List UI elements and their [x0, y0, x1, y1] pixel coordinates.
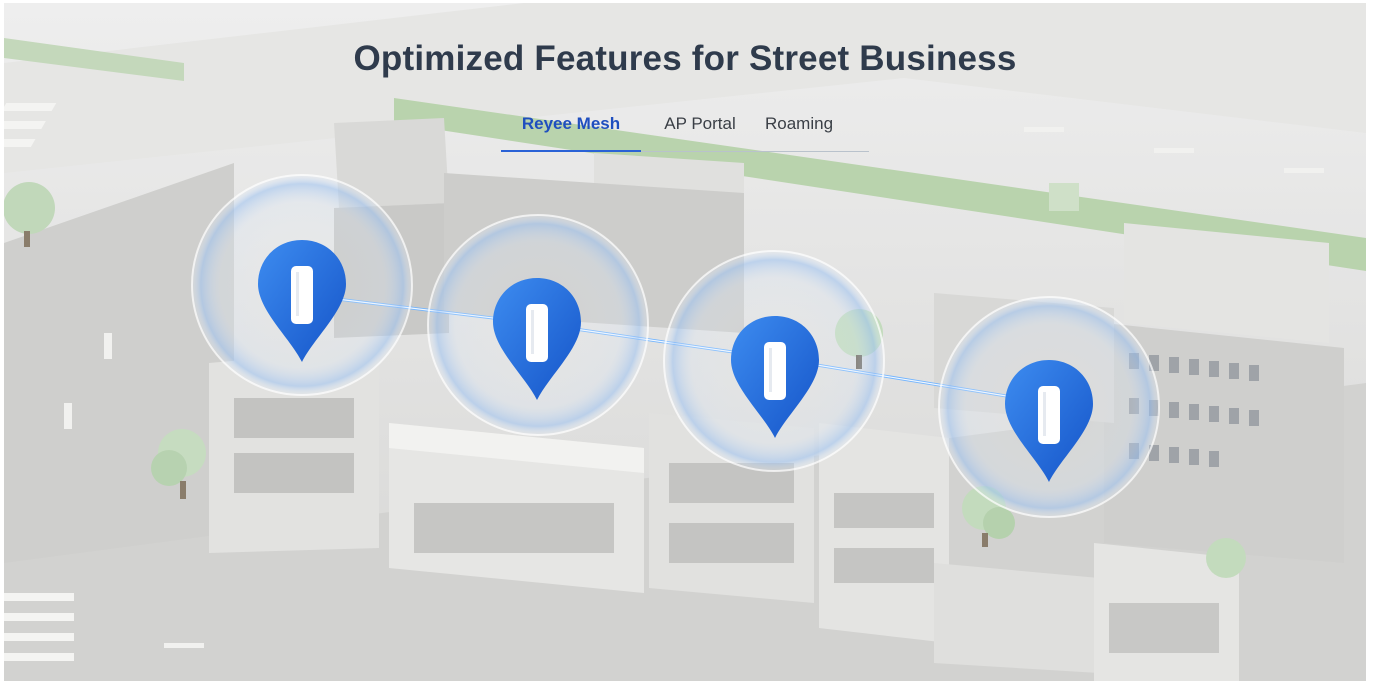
hero-section: Optimized Features for Street Business R… — [4, 3, 1366, 681]
tab-roaming[interactable]: Roaming — [759, 107, 869, 151]
section-title: Optimized Features for Street Business — [353, 39, 1017, 78]
access-point-pin-icon — [1005, 360, 1093, 482]
access-point-pin-icon — [493, 278, 581, 400]
feature-tabs: Reyee Mesh AP Portal Roaming — [501, 107, 869, 152]
street-illustration — [4, 3, 1366, 681]
tab-reyee-mesh[interactable]: Reyee Mesh — [501, 107, 641, 152]
tab-ap-portal[interactable]: AP Portal — [641, 107, 759, 151]
access-point-pin-icon — [258, 240, 346, 362]
access-point-pin-icon — [731, 316, 819, 438]
